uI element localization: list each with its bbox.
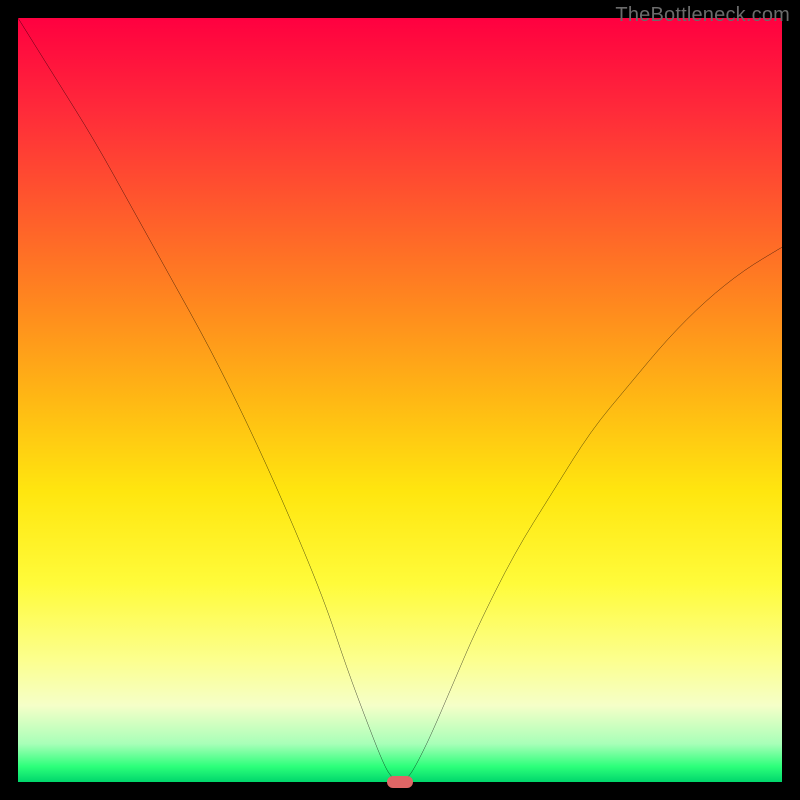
watermark-text: TheBottleneck.com [615,4,790,27]
chart-frame: TheBottleneck.com [0,0,800,800]
plot-area [18,18,782,782]
curve-path [18,18,782,781]
optimal-marker [387,776,413,788]
bottleneck-curve [18,18,782,782]
